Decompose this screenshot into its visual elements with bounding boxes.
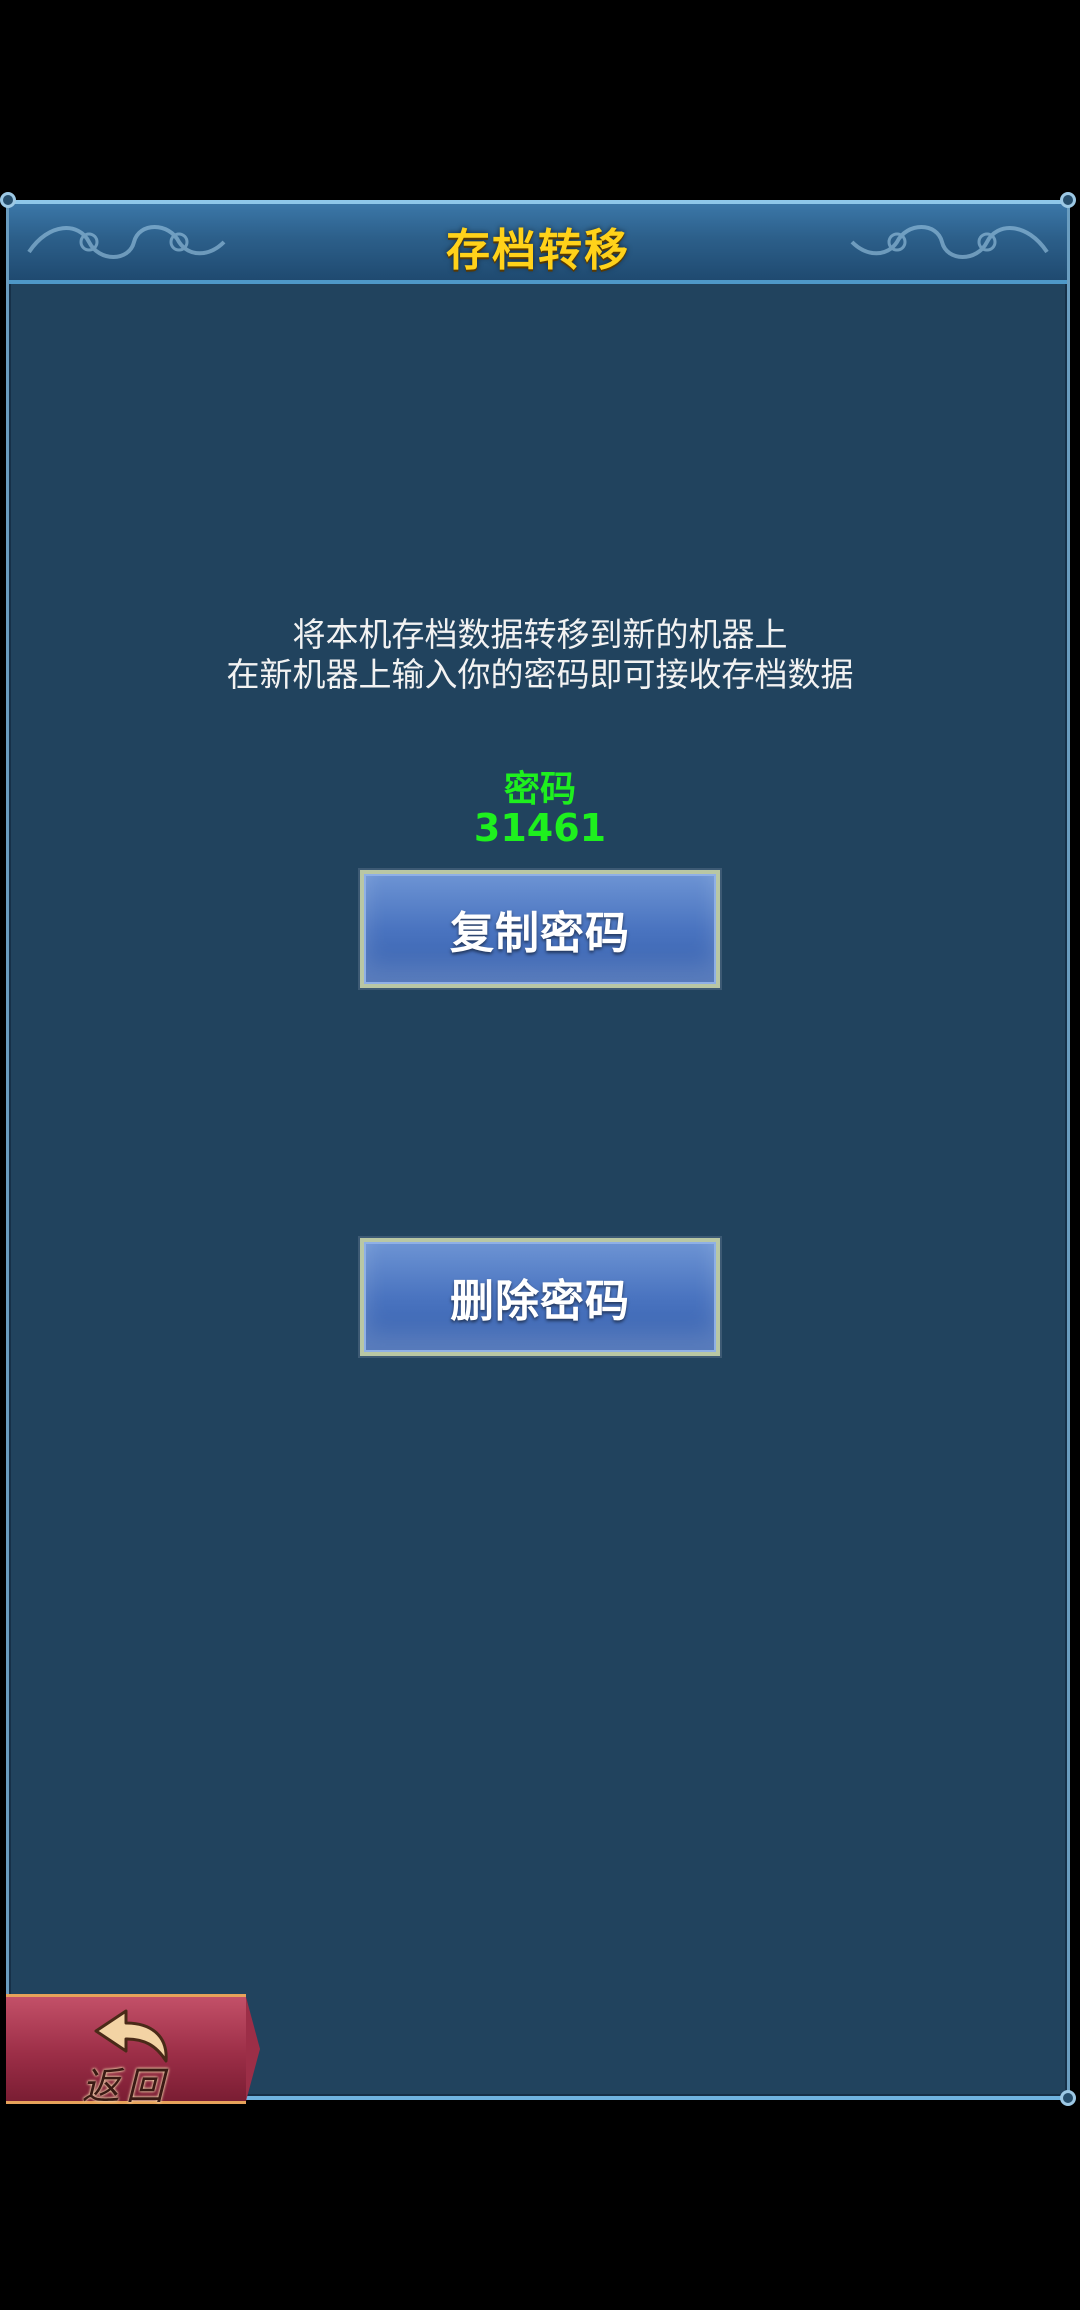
password-label: 密码: [503, 769, 576, 810]
delete-password-button[interactable]: 删除密码: [358, 1236, 722, 1358]
panel-header: 存档转移: [9, 200, 1067, 284]
copy-password-label: 复制密码: [450, 908, 630, 959]
back-label: 返回: [81, 2064, 170, 2108]
corner-ornament-icon: [1060, 2090, 1076, 2106]
delete-password-label: 删除密码: [450, 1276, 630, 1327]
dialog-title: 存档转移: [446, 225, 630, 276]
corner-ornament-icon: [1060, 192, 1076, 208]
corner-ornament-icon: [0, 192, 16, 208]
copy-password-button[interactable]: 复制密码: [358, 868, 722, 990]
description-line-1: 将本机存档数据转移到新的机器上: [292, 615, 788, 654]
password-value: 31461: [473, 806, 607, 850]
screen: 存档转移 将本机存档数据转移到新的机器上 在新机器上输入你的密码即可接收存档数据…: [0, 0, 1080, 2310]
save-transfer-panel: 存档转移: [0, 192, 1076, 2106]
description-line-2: 在新机器上输入你的密码即可接收存档数据: [226, 655, 854, 694]
back-button[interactable]: 返回: [6, 1994, 260, 2108]
